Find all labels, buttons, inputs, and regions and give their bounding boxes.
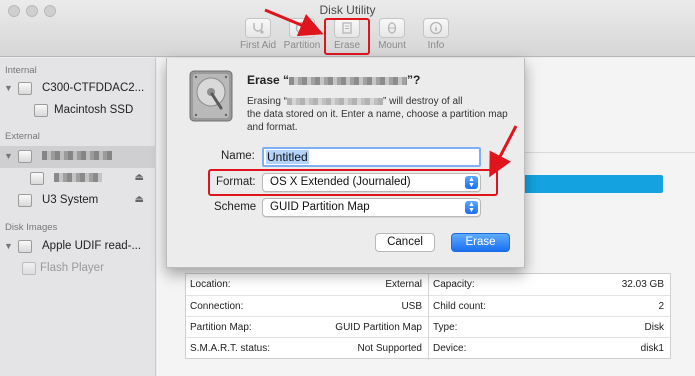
- section-external: External: [5, 131, 40, 142]
- info-row-connection: Connection: USB: [186, 295, 428, 316]
- info-label: Info: [427, 40, 445, 51]
- partition-icon: [289, 18, 315, 38]
- toolbar: Disk Utility First Aid Partition Erase M…: [0, 0, 695, 57]
- disclosure-triangle-icon[interactable]: ▼: [4, 83, 13, 93]
- internal-drive-icon: [18, 82, 32, 95]
- mount-icon: [379, 18, 405, 38]
- sidebar-item-apple-udif[interactable]: ▼ Apple UDIF read-...: [0, 236, 156, 258]
- disclosure-triangle-icon[interactable]: ▼: [4, 241, 13, 251]
- section-disk-images: Disk Images: [5, 222, 58, 233]
- volume-icon: [34, 104, 48, 117]
- first-aid-label: First Aid: [239, 40, 277, 51]
- name-field[interactable]: Untitled: [262, 147, 481, 167]
- chevron-up-down-icon: ▲ ▼: [465, 201, 478, 214]
- scheme-label: Scheme: [214, 201, 257, 213]
- info-row-device: Device: disk1: [429, 337, 670, 358]
- redacted-disk-name: [289, 76, 408, 85]
- sidebar-item-label: [54, 172, 102, 184]
- sidebar-item-label: [42, 150, 112, 162]
- sidebar-item-label: Flash Player: [40, 262, 104, 274]
- eject-icon[interactable]: ⏏: [135, 194, 144, 205]
- partition-button[interactable]: Partition: [279, 18, 325, 54]
- name-label: Name:: [221, 150, 255, 162]
- stethoscope-icon: [245, 18, 271, 38]
- volume-icon: [30, 172, 44, 185]
- section-internal: Internal: [5, 65, 37, 76]
- scheme-popup[interactable]: GUID Partition Map ▲ ▼: [262, 198, 481, 217]
- sidebar-item-label: U3 System: [42, 194, 99, 206]
- sidebar-item-u3-system[interactable]: U3 System ⏏: [0, 190, 156, 212]
- partition-label: Partition: [283, 40, 321, 51]
- hard-drive-icon: [188, 70, 234, 125]
- sidebar-item-label: C300-CTFDDAC2...: [42, 82, 145, 94]
- sidebar-item-macintosh-ssd[interactable]: Macintosh SSD: [0, 100, 156, 122]
- sidebar-item-external-volume[interactable]: ⏏: [0, 168, 156, 190]
- info-row-child-count: Child count: 2: [429, 295, 670, 316]
- info-icon: [423, 18, 449, 38]
- info-row-location: Location: External: [190, 279, 422, 290]
- sidebar-item-flash-player[interactable]: Flash Player: [0, 258, 156, 280]
- eject-icon[interactable]: ⏏: [135, 172, 144, 183]
- redacted-name: [42, 151, 112, 161]
- sidebar: Internal ▼ C300-CTFDDAC2... Macintosh SS…: [0, 58, 156, 376]
- erase-dialog: Erase “”? Erasing “” will destroy of all…: [166, 58, 525, 268]
- info-row-type: Type: Disk: [429, 316, 670, 337]
- mount-label: Mount: [378, 40, 406, 51]
- dialog-message: Erasing “” will destroy of all the data …: [247, 96, 508, 133]
- external-drive-icon: [18, 150, 32, 163]
- usage-bar: [510, 175, 663, 193]
- info-table: Location: External Connection: USB Partiti…: [185, 273, 671, 360]
- info-row-capacity: Capacity: 32.03 GB: [433, 279, 664, 290]
- erase-highlight-box: [324, 18, 370, 55]
- divider: [500, 152, 695, 153]
- info-button[interactable]: Info: [413, 18, 459, 54]
- redacted-name: [54, 173, 102, 183]
- disclosure-triangle-icon[interactable]: ▼: [4, 151, 13, 161]
- info-row-partition-map: Partition Map: GUID Partition Map: [186, 316, 428, 337]
- sidebar-item-external-disk[interactable]: ▼: [0, 146, 156, 168]
- volume-icon: [18, 194, 32, 207]
- first-aid-button[interactable]: First Aid: [235, 18, 281, 54]
- window-title: Disk Utility: [319, 3, 376, 17]
- sidebar-item-label: Macintosh SSD: [54, 104, 134, 116]
- sidebar-item-c300[interactable]: ▼ C300-CTFDDAC2...: [0, 78, 156, 100]
- disk-image-icon: [18, 240, 32, 253]
- sidebar-item-label: Apple UDIF read-...: [42, 240, 142, 252]
- redacted-disk-name: [287, 97, 384, 105]
- volume-icon: [22, 262, 36, 275]
- format-highlight-box: [208, 169, 498, 196]
- mount-button[interactable]: Mount: [369, 18, 415, 54]
- info-row-smart-status: S.M.A.R.T. status: Not Supported: [186, 337, 428, 358]
- cancel-button[interactable]: Cancel: [375, 233, 435, 252]
- dialog-title: Erase “”?: [247, 73, 421, 87]
- erase-confirm-button[interactable]: Erase: [451, 233, 510, 252]
